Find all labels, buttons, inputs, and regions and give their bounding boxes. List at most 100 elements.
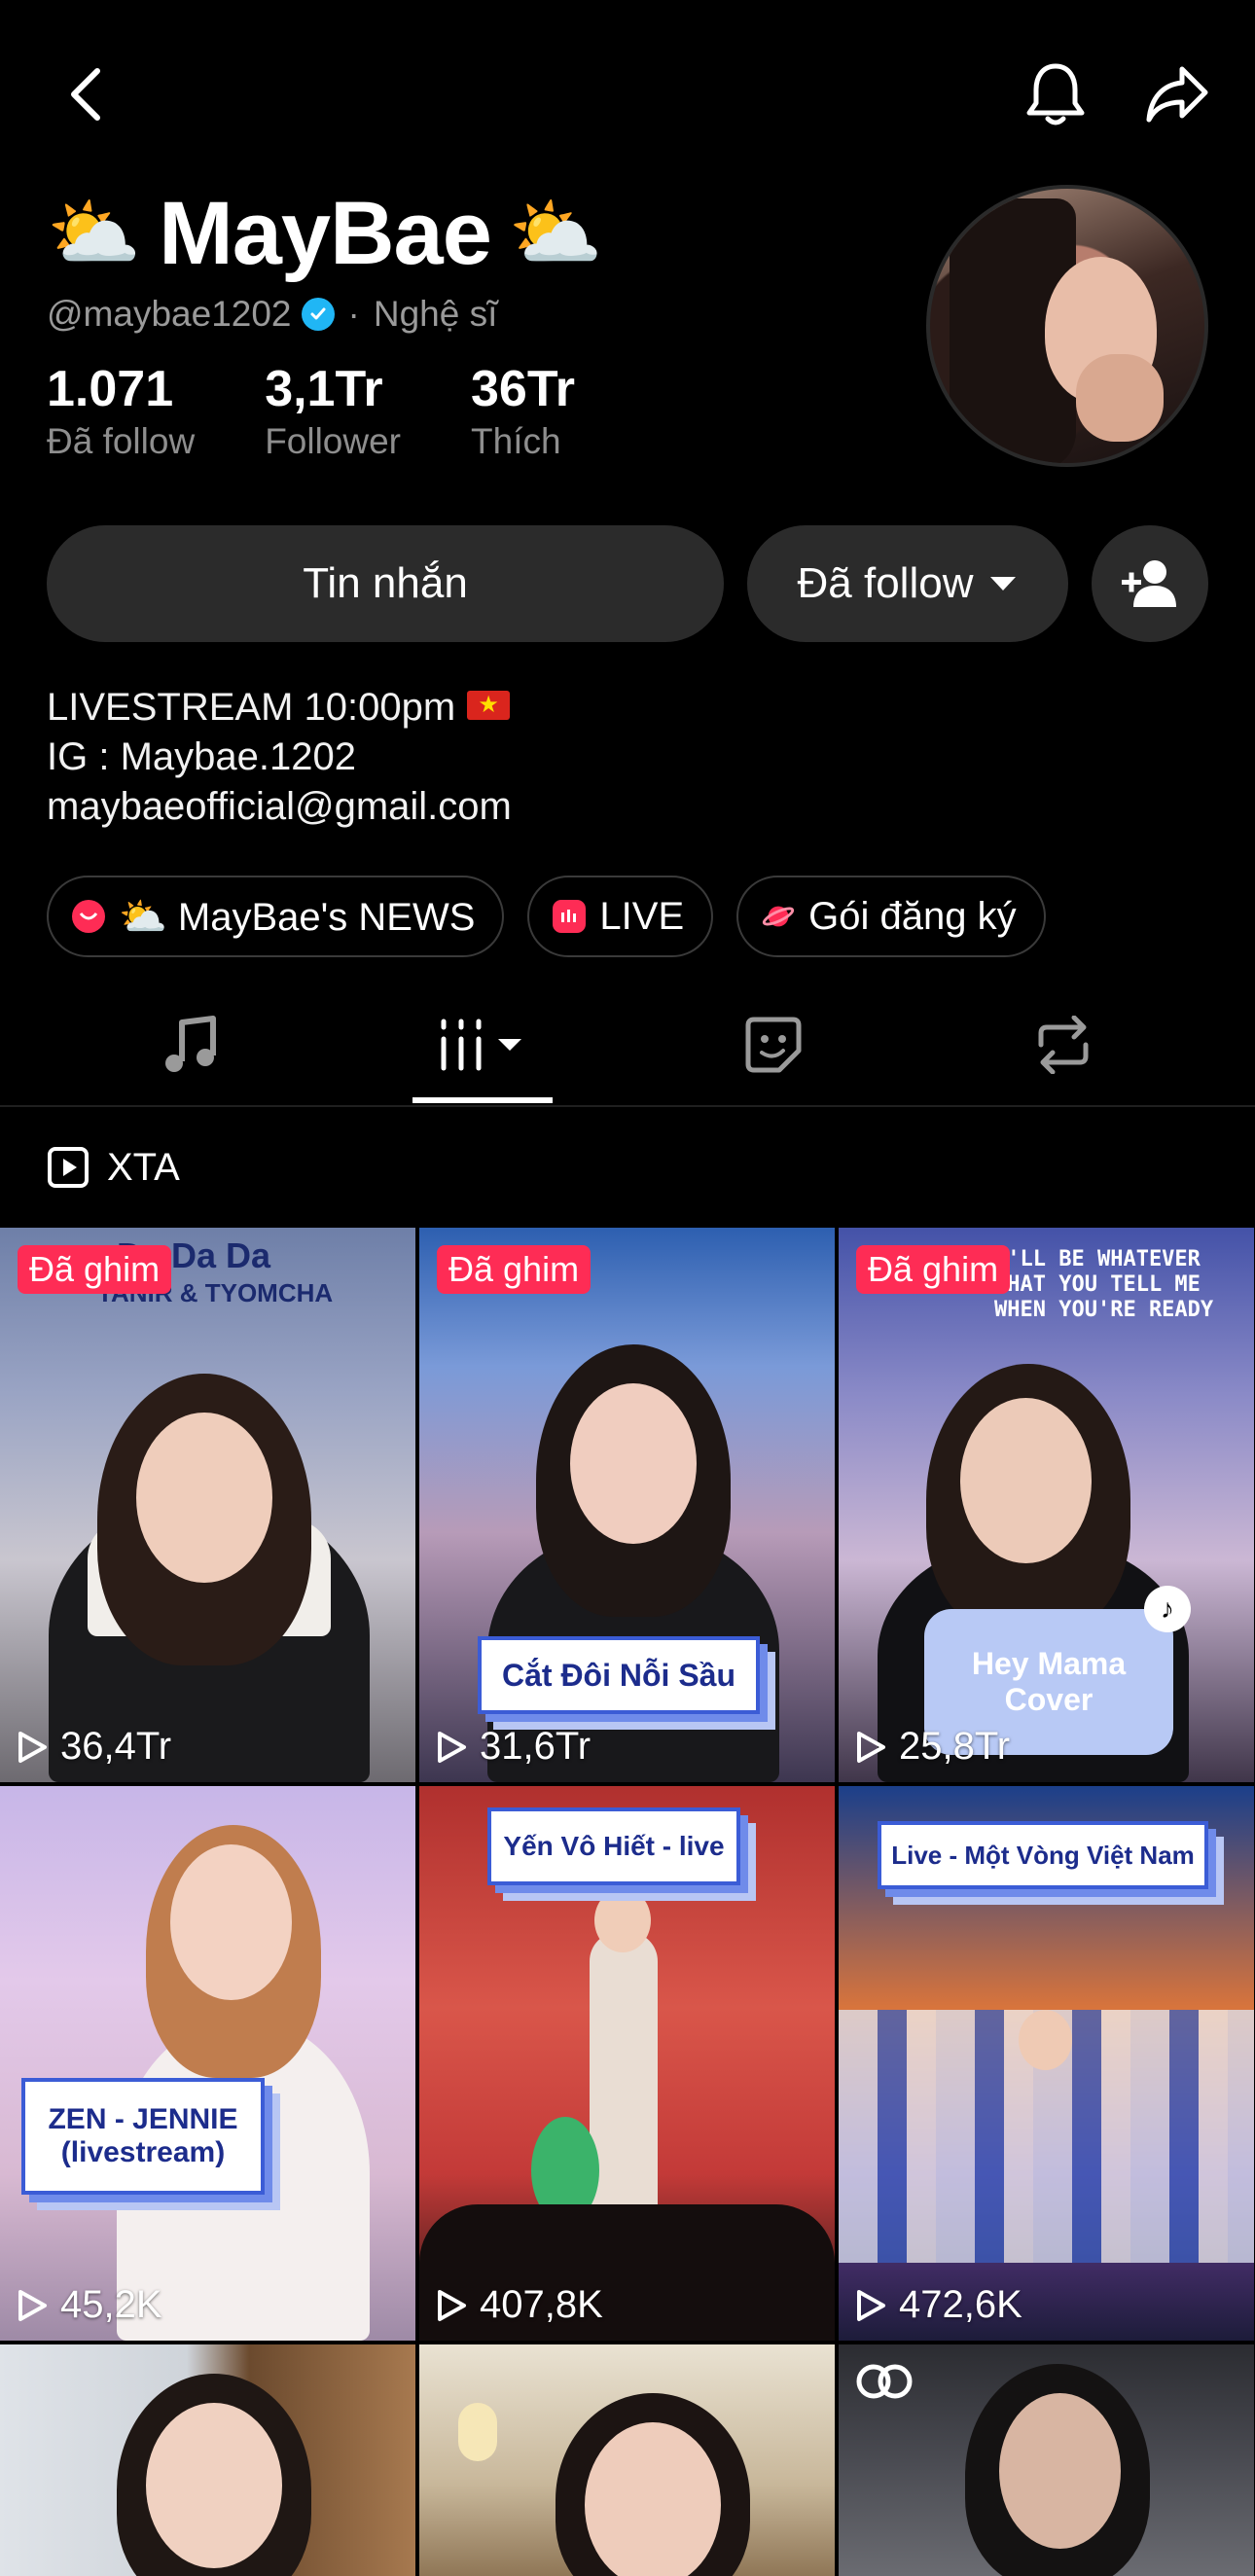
top-bar <box>0 0 1255 185</box>
stat-likes-label: Thích <box>471 421 561 462</box>
video-lamp <box>458 2403 497 2461</box>
video-person-face <box>1019 2010 1072 2070</box>
stat-followers[interactable]: 3,1Tr Follower <box>265 361 402 462</box>
following-dropdown-button[interactable]: Đã follow <box>747 525 1068 642</box>
suggested-accounts-button[interactable] <box>1092 525 1208 642</box>
avatar[interactable] <box>926 185 1208 467</box>
tiktok-icon: ♪ <box>1144 1586 1191 1632</box>
display-name: MayBae <box>159 183 492 283</box>
chevron-left-icon <box>71 68 100 121</box>
repost-icon <box>1038 1016 1089 1074</box>
tab-active-indicator <box>412 1097 553 1103</box>
video-tile[interactable] <box>839 2344 1254 2576</box>
video-person-face <box>999 2393 1121 2549</box>
message-button[interactable]: Tin nhắn <box>47 525 724 642</box>
video-caption-card: ZEN - JENNIE (livestream) <box>21 2078 265 2195</box>
tab-reposts[interactable] <box>990 983 1136 1107</box>
pinned-badge: Đã ghim <box>856 1245 1011 1294</box>
video-tile[interactable]: Live - Một Vòng Việt Nam 472,6K <box>839 1786 1254 2341</box>
music-icon <box>165 1016 216 1072</box>
pinned-badge: Đã ghim <box>437 1245 592 1294</box>
tab-music[interactable] <box>117 983 263 1107</box>
chip-live-label: LIVE <box>599 894 685 938</box>
avatar-hand <box>1076 354 1164 442</box>
chip-news[interactable]: ⛅ MayBae's NEWS <box>47 876 505 957</box>
add-person-icon <box>1122 560 1176 607</box>
video-views: 407,8K <box>435 2283 603 2327</box>
play-icon <box>857 1731 885 1763</box>
share-button[interactable] <box>1133 51 1221 138</box>
news-icon <box>72 900 105 933</box>
bio: LIVESTREAM 10:00pm ★ IG : Maybae.1202 may… <box>47 683 512 832</box>
play-icon <box>18 2289 47 2321</box>
video-views: 36,4Tr <box>16 1725 171 1769</box>
back-button[interactable] <box>47 51 125 138</box>
video-tile[interactable] <box>419 2344 835 2576</box>
share-arrow-icon <box>1146 66 1208 123</box>
profile-category: Nghệ sĩ <box>373 294 498 334</box>
content-tabs <box>0 983 1255 1107</box>
chip-subscription-label: Gói đăng ký <box>808 894 1017 938</box>
stat-followers-label: Follower <box>265 421 402 462</box>
filter-label: XTA <box>107 1145 180 1189</box>
chip-live[interactable]: LIVE <box>527 876 714 957</box>
vietnam-flag-icon: ★ <box>467 691 511 721</box>
tab-videos[interactable] <box>410 983 556 1107</box>
verified-badge-icon <box>301 298 335 331</box>
play-icon <box>438 1731 466 1763</box>
bell-icon <box>1026 63 1085 125</box>
stat-following-label: Đã follow <box>47 421 196 462</box>
video-person-face <box>170 1844 292 2000</box>
video-person-face <box>960 1398 1092 1563</box>
video-caption-card: Live - Một Vòng Việt Nam <box>878 1821 1208 1889</box>
video-tile[interactable]: I'LL BE WHATEVER THAT YOU TELL ME WHEN Y… <box>839 1228 1254 1782</box>
profile-chips: ⛅ MayBae's NEWS LIVE Gói đăng ký <box>47 876 1046 957</box>
video-caption-card: Yến Vô Hiết - live <box>487 1807 740 1885</box>
pinned-badge: Đã ghim <box>18 1245 172 1294</box>
video-tile[interactable]: Yến Vô Hiết - live 407,8K <box>419 1786 835 2341</box>
live-icon <box>553 900 587 933</box>
notification-bell-button[interactable] <box>1012 51 1099 138</box>
video-person-face <box>570 1383 697 1544</box>
video-views: 472,6K <box>854 2283 1022 2327</box>
play-icon <box>18 1731 47 1763</box>
video-tile[interactable] <box>0 2344 415 2576</box>
video-stage-performer <box>590 1932 658 2214</box>
video-caption-card: Cắt Đôi Nỗi Sầu <box>478 1636 760 1714</box>
bio-line-instagram: IG : Maybae.1202 <box>47 735 356 778</box>
chip-news-label: ⛅ MayBae's NEWS <box>119 895 476 939</box>
bio-line-email[interactable]: maybaeofficial@gmail.com <box>47 782 512 832</box>
stat-following[interactable]: 1.071 Đã follow <box>47 361 196 462</box>
play-icon <box>438 2289 466 2321</box>
caret-down-icon <box>990 577 1017 590</box>
subscription-icon <box>762 900 795 933</box>
video-filter[interactable]: XTA <box>47 1136 180 1199</box>
video-tile[interactable]: Cắt Đôi Nỗi Sầu Đã ghim 31,6Tr <box>419 1228 835 1782</box>
profile-stats: 1.071 Đã follow 3,1Tr Follower 36Tr Thíc… <box>47 361 575 462</box>
following-label: Đã follow <box>797 559 974 607</box>
handle-row: @maybae1202 · Nghệ sĩ <box>47 290 497 339</box>
stat-likes-value: 36Tr <box>471 361 575 417</box>
sun-cloud-emoji-left: ⛅ <box>47 190 142 277</box>
video-views: 25,8Tr <box>854 1725 1010 1769</box>
chip-subscription[interactable]: Gói đăng ký <box>736 876 1046 957</box>
co-icon <box>856 2364 913 2399</box>
tab-stickers[interactable] <box>700 983 846 1107</box>
video-person-face <box>146 2403 282 2568</box>
sun-cloud-emoji-right: ⛅ <box>508 190 603 277</box>
videos-grid-icon <box>441 1019 521 1071</box>
stat-following-value: 1.071 <box>47 361 174 417</box>
video-person-face <box>594 1888 651 1952</box>
video-views: 31,6Tr <box>435 1725 591 1769</box>
video-tile[interactable]: ZEN - JENNIE (livestream) 45,2K <box>0 1786 415 2341</box>
stat-followers-value: 3,1Tr <box>265 361 383 417</box>
stat-likes[interactable]: 36Tr Thích <box>471 361 575 462</box>
profile-name-row: ⛅ MayBae ⛅ <box>47 180 603 287</box>
video-person-face <box>585 2422 721 2576</box>
video-overlay-text: I'LL BE WHATEVER THAT YOU TELL ME WHEN Y… <box>994 1247 1214 1322</box>
play-square-icon <box>48 1147 89 1188</box>
video-person-face <box>136 1413 272 1583</box>
video-tile[interactable]: Da Da Da TANIR & TYOMCHA Đã ghim 36,4Tr <box>0 1228 415 1782</box>
username: @maybae1202 <box>47 294 292 334</box>
bio-line-livestream: LIVESTREAM 10:00pm ★ <box>47 683 512 733</box>
